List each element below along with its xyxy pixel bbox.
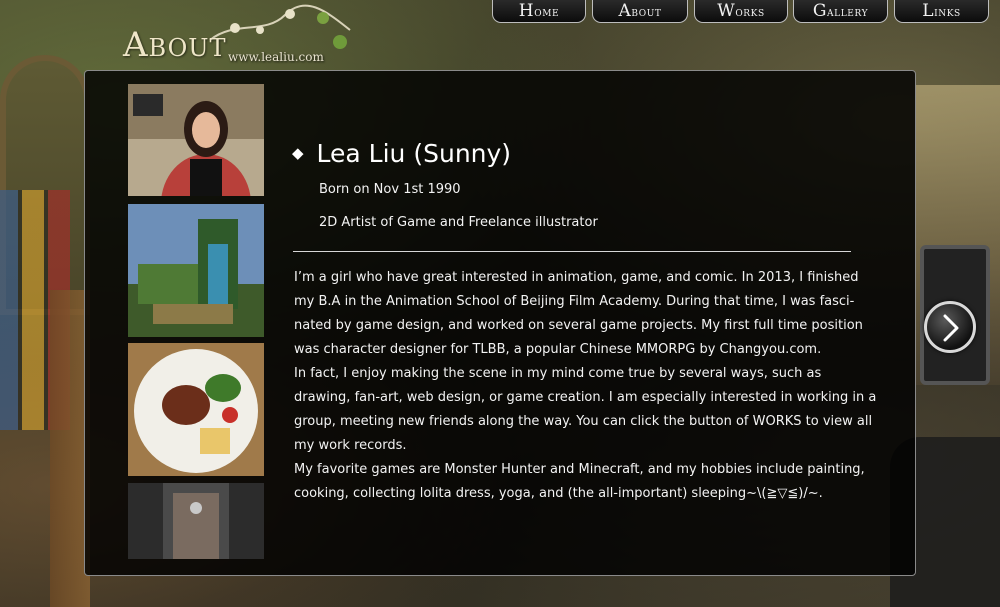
lolita-dress-photo [128,483,264,559]
nav-gallery-label: allery [827,5,869,20]
nav-works-link[interactable]: Works [694,0,788,23]
nav-home-label: ome [534,5,560,20]
divider [293,251,851,252]
nav-home-initial: H [518,1,535,21]
nav-about-label: bout [631,5,662,20]
nav-home-link[interactable]: Home [492,0,586,23]
nav-works-label: orks [735,5,765,20]
biography: I’m a girl who have great interested in … [294,266,879,506]
bio-paragraph: My favorite games are Monster Hunter and… [294,462,865,501]
page-title-logo: About [123,25,227,65]
diamond-bullet-icon: ◆ [292,144,304,162]
nav-gallery-link[interactable]: Gallery [793,0,888,23]
job-title: 2D Artist of Game and Freelance illustra… [319,215,598,230]
nav-links-label: inks [934,5,961,20]
nav-works-initial: W [717,1,736,21]
profile-name: Lea Liu (Sunny) [316,139,512,168]
nav-links-initial: L [922,1,935,21]
birth-date: Born on Nov 1st 1990 [319,182,461,197]
nav-about-link[interactable]: About [592,0,688,23]
site-url: www.lealiu.com [228,50,324,64]
next-page-button[interactable] [924,301,976,353]
nav-about-initial: A [618,1,632,21]
profile-name-row: ◆ Lea Liu (Sunny) [292,139,511,168]
portrait-photo [128,84,264,196]
about-panel: ◆ Lea Liu (Sunny) Born on Nov 1st 1990 2D… [84,70,916,576]
nav-links-link[interactable]: Links [894,0,989,23]
nav-gallery-initial: G [812,1,828,21]
bio-paragraph: In fact, I enjoy making the scene in my … [294,366,877,453]
food-plate-photo [128,343,264,476]
chevron-right-icon [943,314,959,342]
bio-paragraph: I’m a girl who have great interested in … [294,270,863,357]
minecraft-screenshot-photo [128,204,264,337]
